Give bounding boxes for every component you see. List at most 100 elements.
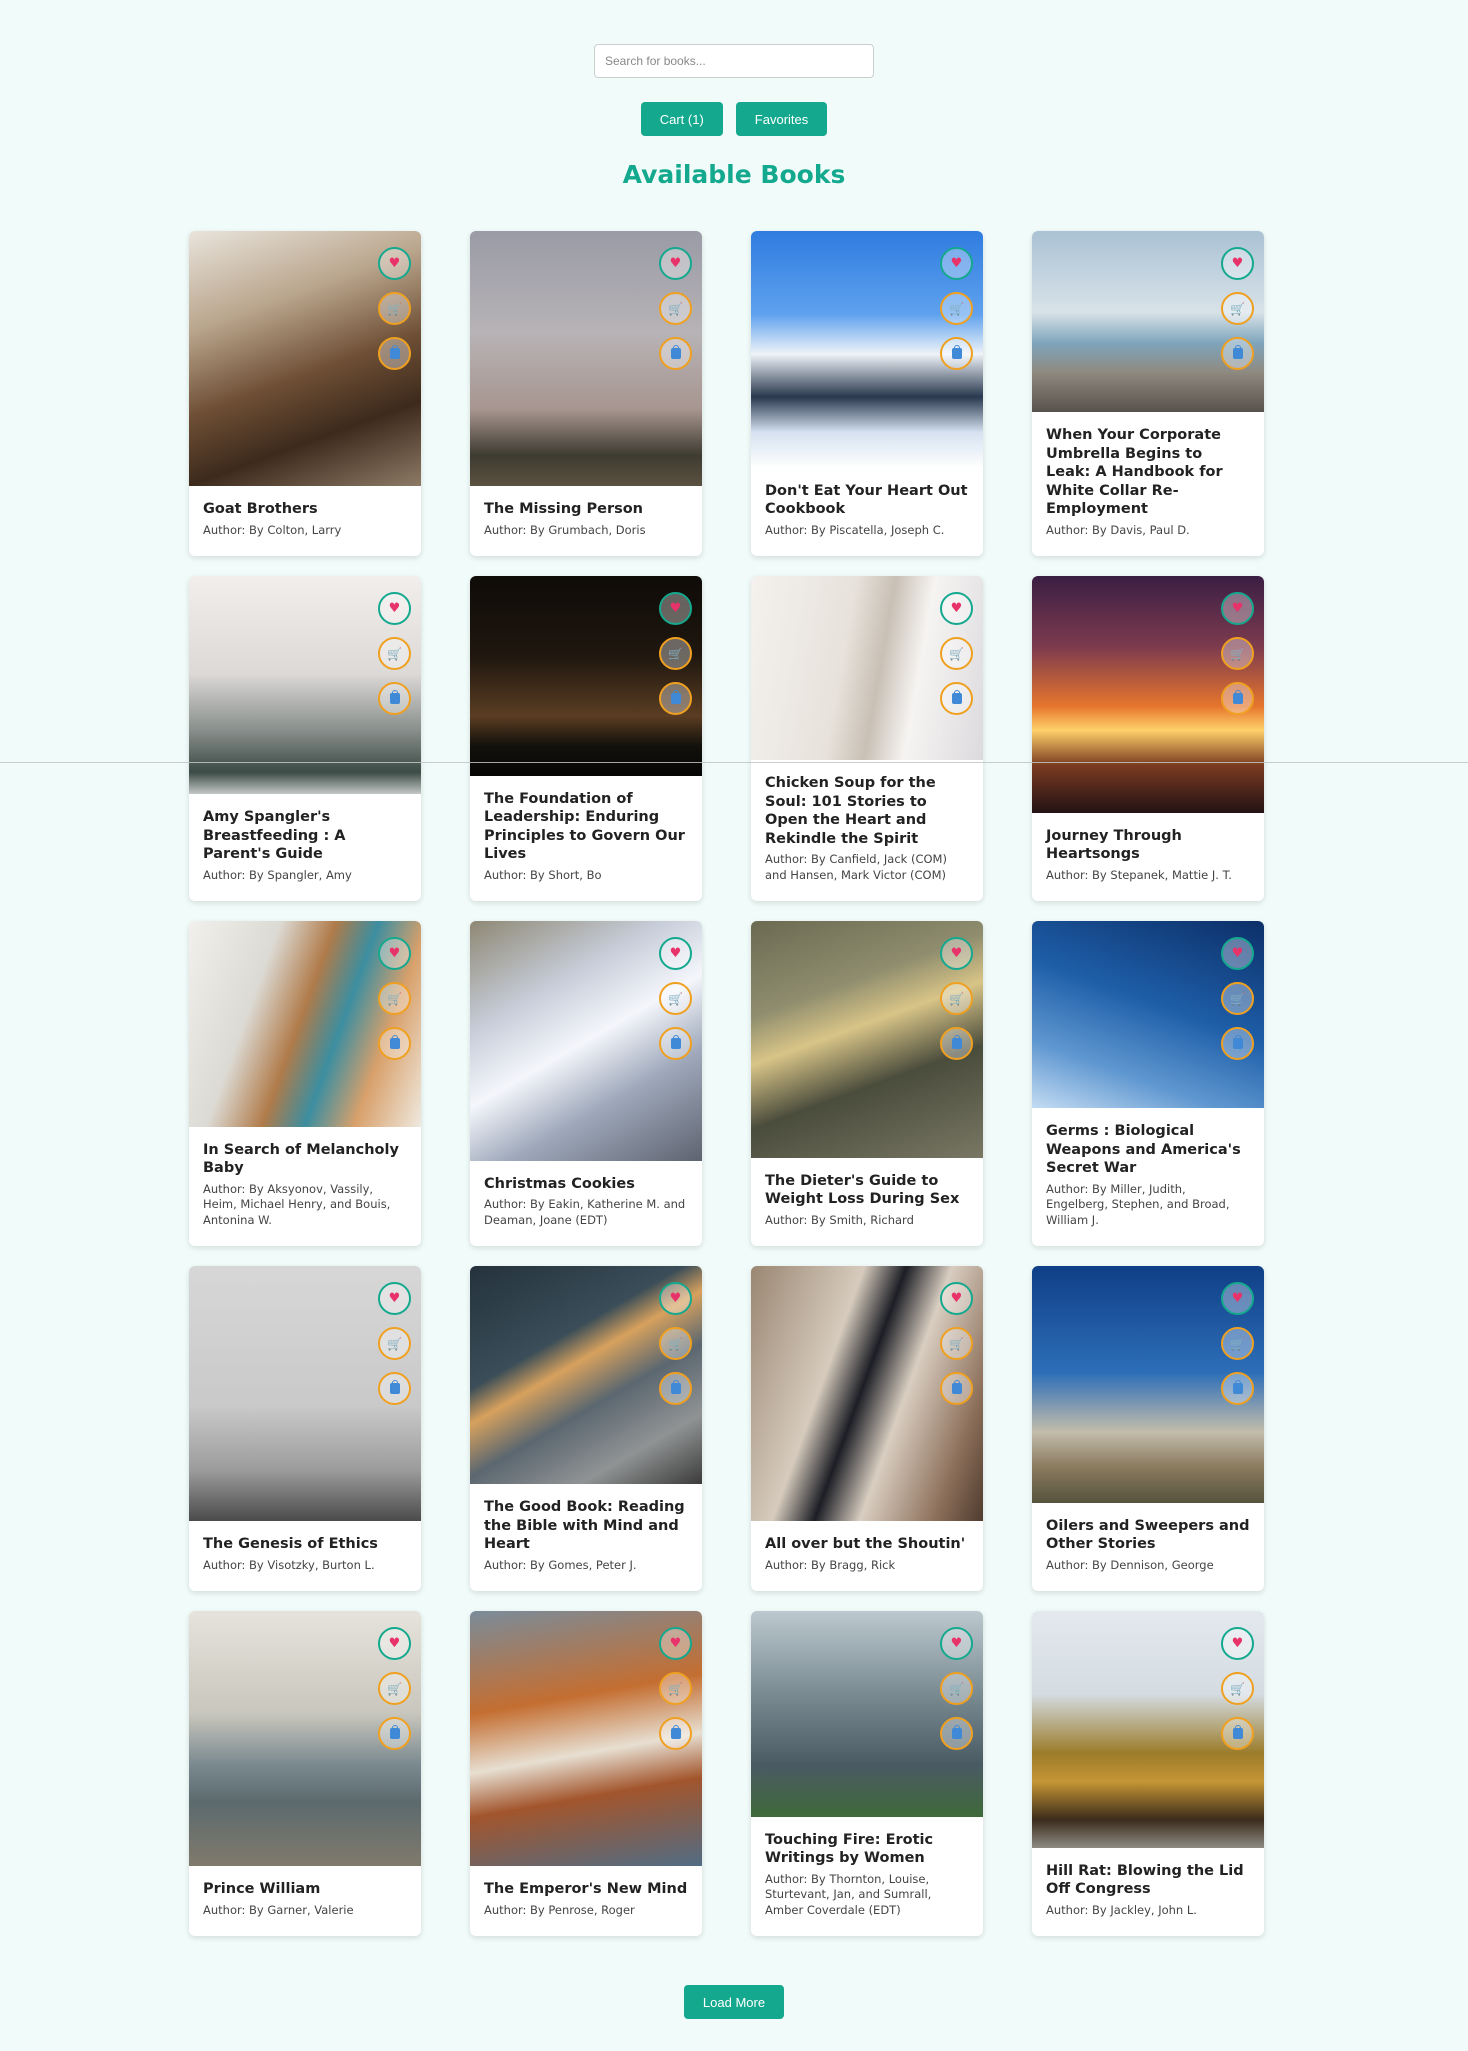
add-to-cart-button[interactable]: 🛒 [940, 1672, 973, 1705]
book-card[interactable]: ♥ 🛒 In Search of Melancholy Baby Author: By… [189, 921, 421, 1246]
heart-icon: ♥ [950, 601, 963, 616]
buy-button[interactable] [940, 337, 973, 370]
cart-icon: 🛒 [668, 301, 683, 316]
book-card[interactable]: ♥ 🛒 Amy Spangler's Breastfeeding : A Paren… [189, 576, 421, 901]
favorite-button[interactable]: ♥ [659, 937, 692, 970]
favorite-button[interactable]: ♥ [378, 937, 411, 970]
buy-button[interactable] [378, 337, 411, 370]
favorite-button[interactable]: ♥ [1221, 937, 1254, 970]
buy-button[interactable] [1221, 682, 1254, 715]
heart-icon: ♥ [950, 1291, 963, 1306]
book-card[interactable]: ♥ 🛒 Touching Fire: Erotic Writings by Wome… [751, 1611, 983, 1936]
buy-button[interactable] [1221, 1372, 1254, 1405]
book-card[interactable]: ♥ 🛒 Oilers and Sweepers and Other Stories A… [1032, 1266, 1264, 1591]
add-to-cart-button[interactable]: 🛒 [940, 1327, 973, 1360]
add-to-cart-button[interactable]: 🛒 [659, 1327, 692, 1360]
favorite-button[interactable]: ♥ [378, 592, 411, 625]
favorite-button[interactable]: ♥ [659, 1627, 692, 1660]
add-to-cart-button[interactable]: 🛒 [1221, 982, 1254, 1015]
book-card[interactable]: ♥ 🛒 The Genesis of Ethics Author: By Visotz… [189, 1266, 421, 1591]
book-card[interactable]: ♥ 🛒 All over but the Shoutin' Author: By Br… [751, 1266, 983, 1591]
add-to-cart-button[interactable]: 🛒 [1221, 1672, 1254, 1705]
buy-button[interactable] [378, 1027, 411, 1060]
add-to-cart-button[interactable]: 🛒 [1221, 292, 1254, 325]
favorite-button[interactable]: ♥ [940, 592, 973, 625]
card-actions: ♥ 🛒 [940, 1627, 973, 1750]
add-to-cart-button[interactable]: 🛒 [378, 1672, 411, 1705]
book-info: Don't Eat Your Heart Out Cookbook Author:… [751, 468, 983, 557]
buy-button[interactable] [378, 1717, 411, 1750]
add-to-cart-button[interactable]: 🛒 [940, 637, 973, 670]
add-to-cart-button[interactable]: 🛒 [659, 637, 692, 670]
buy-button[interactable] [659, 682, 692, 715]
book-card[interactable]: ♥ 🛒 The Missing Person Author: By Grumbach,… [470, 231, 702, 556]
add-to-cart-button[interactable]: 🛒 [378, 1327, 411, 1360]
buy-button[interactable] [1221, 1717, 1254, 1750]
book-card[interactable]: ♥ 🛒 Germs : Biological Weapons and America… [1032, 921, 1264, 1246]
add-to-cart-button[interactable]: 🛒 [659, 1672, 692, 1705]
book-card[interactable]: ♥ 🛒 The Emperor's New Mind Author: By Penro… [470, 1611, 702, 1936]
heart-icon: ♥ [669, 1291, 682, 1306]
buy-button[interactable] [940, 1717, 973, 1750]
heart-icon: ♥ [388, 601, 401, 616]
add-to-cart-button[interactable]: 🛒 [940, 982, 973, 1015]
add-to-cart-button[interactable]: 🛒 [1221, 1327, 1254, 1360]
load-more-button[interactable]: Load More [683, 1985, 785, 2019]
buy-button[interactable] [1221, 1027, 1254, 1060]
favorite-button[interactable]: ♥ [940, 1282, 973, 1315]
favorite-button[interactable]: ♥ [659, 1282, 692, 1315]
add-to-cart-button[interactable]: 🛒 [378, 637, 411, 670]
book-card[interactable]: ♥ 🛒 Prince William Author: By Garner, Valer… [189, 1611, 421, 1936]
favorites-button[interactable]: Favorites [735, 102, 828, 136]
book-card[interactable]: ♥ 🛒 Don't Eat Your Heart Out Cookbook Autho… [751, 231, 983, 556]
favorite-button[interactable]: ♥ [940, 247, 973, 280]
buy-button[interactable] [659, 337, 692, 370]
book-card[interactable]: ♥ 🛒 When Your Corporate Umbrella Begins to… [1032, 231, 1264, 556]
favorite-button[interactable]: ♥ [940, 937, 973, 970]
heart-icon: ♥ [669, 601, 682, 616]
book-title: Oilers and Sweepers and Other Stories [1046, 1517, 1250, 1553]
cart-button[interactable]: Cart (1) [640, 102, 723, 136]
favorite-button[interactable]: ♥ [940, 1627, 973, 1660]
add-to-cart-button[interactable]: 🛒 [940, 292, 973, 325]
shopping-bag-icon [1232, 1380, 1243, 1394]
book-card[interactable]: ♥ 🛒 The Foundation of Leadership: Enduring… [470, 576, 702, 901]
add-to-cart-button[interactable]: 🛒 [378, 982, 411, 1015]
buy-button[interactable] [378, 1372, 411, 1405]
buy-button[interactable] [659, 1027, 692, 1060]
favorite-button[interactable]: ♥ [659, 247, 692, 280]
buy-button[interactable] [940, 1372, 973, 1405]
add-to-cart-button[interactable]: 🛒 [659, 292, 692, 325]
add-to-cart-button[interactable]: 🛒 [378, 292, 411, 325]
book-card[interactable]: ♥ 🛒 Hill Rat: Blowing the Lid Off Congress… [1032, 1611, 1264, 1936]
book-info: The Genesis of Ethics Author: By Visotzky… [189, 1521, 421, 1591]
favorite-button[interactable]: ♥ [378, 1282, 411, 1315]
favorite-button[interactable]: ♥ [378, 1627, 411, 1660]
shopping-bag-icon [951, 345, 962, 359]
book-title: Chicken Soup for the Soul: 101 Stories t… [765, 775, 936, 847]
book-card[interactable]: ♥ 🛒 The Dieter's Guide to Weight Loss Duri… [751, 921, 983, 1246]
book-card[interactable]: ♥ 🛒 Goat Brothers Author: By Colton, Larry [189, 231, 421, 556]
favorite-button[interactable]: ♥ [1221, 247, 1254, 280]
buy-button[interactable] [659, 1717, 692, 1750]
book-card[interactable]: ♥ 🛒 The Good Book: Reading the Bible with … [470, 1266, 702, 1591]
shopping-bag-icon [1232, 690, 1243, 704]
buy-button[interactable] [940, 1027, 973, 1060]
buy-button[interactable] [378, 682, 411, 715]
add-to-cart-button[interactable]: 🛒 [1221, 637, 1254, 670]
book-author: Author: By Jackley, John L. [1046, 1902, 1197, 1917]
heart-icon: ♥ [950, 256, 963, 271]
book-card[interactable]: ♥ 🛒 Chicken Soup for the Soul: 101 Stories… [751, 576, 983, 901]
buy-button[interactable] [1221, 337, 1254, 370]
favorite-button[interactable]: ♥ [1221, 1627, 1254, 1660]
book-card[interactable]: ♥ 🛒 Christmas Cookies Author: By Eakin, Kat… [470, 921, 702, 1246]
search-input[interactable] [594, 44, 874, 78]
favorite-button[interactable]: ♥ [659, 592, 692, 625]
buy-button[interactable] [659, 1372, 692, 1405]
book-card[interactable]: ♥ 🛒 Journey Through Heartsongs Author: By S… [1032, 576, 1264, 901]
buy-button[interactable] [940, 682, 973, 715]
favorite-button[interactable]: ♥ [378, 247, 411, 280]
add-to-cart-button[interactable]: 🛒 [659, 982, 692, 1015]
favorite-button[interactable]: ♥ [1221, 1282, 1254, 1315]
favorite-button[interactable]: ♥ [1221, 592, 1254, 625]
